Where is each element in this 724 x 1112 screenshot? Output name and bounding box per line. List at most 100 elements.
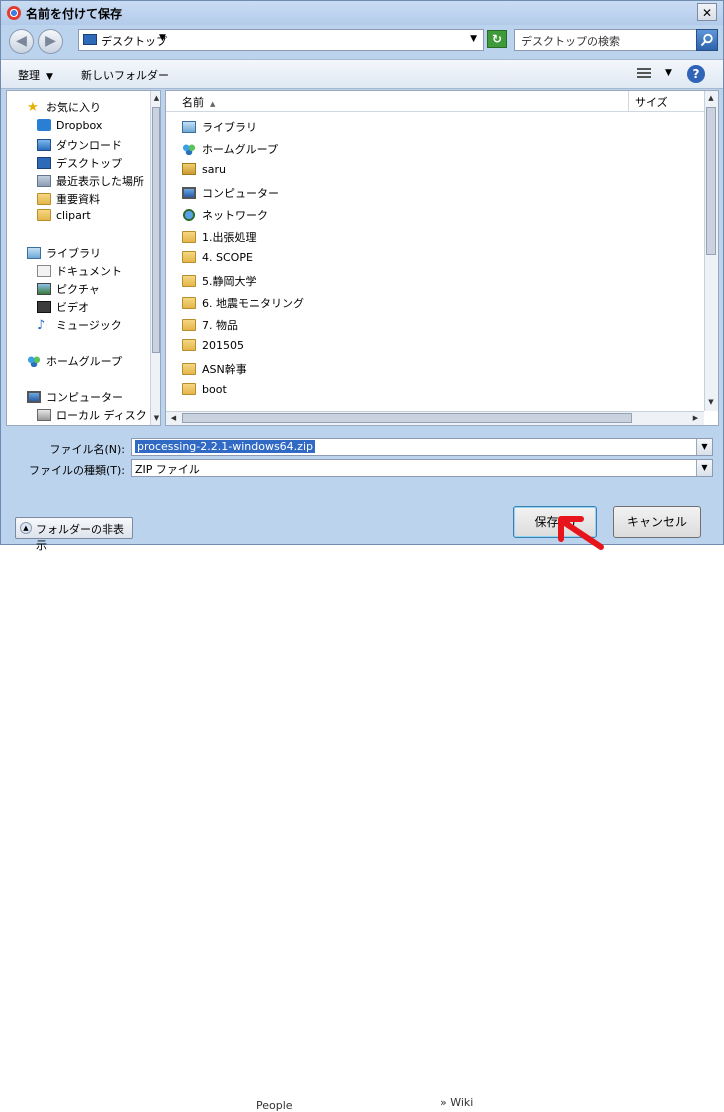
refresh-button[interactable]: ↻ [487,30,507,48]
desktop-icon [83,34,97,45]
column-name-label: 名前 [182,96,204,109]
file-name: 4. SCOPE [202,251,253,264]
filetype-dropdown-icon[interactable]: ▼ [696,460,712,476]
dropbox-icon [37,119,51,131]
file-row[interactable]: 201505 [182,339,244,357]
close-button[interactable]: ✕ [697,3,717,21]
nav-computer[interactable]: コンピューター [27,389,123,405]
nav-item-music[interactable]: ♪ ミュージック [37,317,122,333]
computer-icon [182,187,196,199]
view-options-icon[interactable] [637,68,651,80]
nav-label: デスクトップ [56,157,122,170]
download-folder-icon [37,139,51,151]
file-row[interactable]: ホームグループ [182,141,278,159]
back-button[interactable]: ◀ [9,29,34,54]
file-list-vscrollbar[interactable]: ▲ ▼ [704,91,718,411]
nav-item-videos[interactable]: ビデオ [37,299,89,315]
scroll-right-icon[interactable]: ▶ [690,412,701,424]
file-row[interactable]: 7. 物品 [182,317,238,335]
computer-icon [27,391,41,403]
file-name: saru [202,163,226,176]
folder-icon [182,275,196,287]
file-name: ホームグループ [202,143,279,156]
scroll-thumb[interactable] [706,107,716,255]
search-input[interactable]: デスクトップの検索 [514,29,718,51]
new-folder-button[interactable]: 新しいフォルダー [81,67,169,83]
file-name: boot [202,383,227,396]
file-name: ASN幹事 [202,363,247,376]
nav-homegroup[interactable]: ホームグループ [27,353,122,369]
background-link-wiki[interactable]: » Wiki [440,1096,473,1109]
navigation-pane: ★ お気に入り Dropbox ダウンロード デスクトップ 最近表示した場所 重要… [6,90,161,426]
column-header: 名前 ▲ サイズ [166,91,706,112]
nav-item-pictures[interactable]: ピクチャ [37,281,100,297]
library-icon [182,121,196,133]
scroll-up-icon[interactable]: ▲ [705,91,717,105]
file-row[interactable]: ASN幹事 [182,361,247,379]
address-dropdown-icon[interactable]: ▼ [470,34,477,44]
file-row[interactable]: 1.出張処理 [182,229,257,247]
command-bar: 整理 ▼ 新しいフォルダー ▼ ? [1,59,723,89]
filename-dropdown-icon[interactable]: ▼ [696,439,712,455]
file-row[interactable]: ネットワーク [182,207,268,225]
column-divider[interactable] [628,91,629,111]
file-row[interactable]: 5.静岡大学 [182,273,257,291]
nav-item-clipart[interactable]: clipart [37,209,91,225]
chrome-icon [7,6,21,20]
file-row[interactable]: boot [182,383,227,401]
file-row[interactable]: 6. 地震モニタリング [182,295,304,313]
breadcrumb-desktop[interactable]: デスクトップ [101,33,167,49]
cancel-button[interactable]: キャンセル [613,506,701,538]
background-link-people[interactable]: People [256,1099,293,1112]
nav-item-downloads[interactable]: ダウンロード [37,137,122,153]
search-button[interactable] [696,29,718,51]
nav-label: ビデオ [56,301,89,314]
title-bar[interactable]: 名前を付けて保存 ✕ [1,1,723,25]
nav-item-dropbox[interactable]: Dropbox [37,119,102,135]
filetype-select[interactable]: ZIP ファイル ▼ [131,459,713,477]
file-list-hscrollbar[interactable]: ◀ ▶ [166,411,704,425]
scroll-up-icon[interactable]: ▲ [151,91,160,105]
nav-favorites[interactable]: ★ お気に入り [27,99,101,115]
red-arrow-annotation-icon [558,516,604,550]
scroll-thumb[interactable] [182,413,632,423]
chevron-down-icon: ▼ [46,72,53,82]
nav-label: コンピューター [46,391,123,404]
file-name: 1.出張処理 [202,231,257,244]
save-as-dialog: 名前を付けて保存 ✕ ◀ ▶ デスクトップ ▼ ▼ ↻ デスクトップの検索 整理… [0,0,724,552]
address-bar[interactable]: デスクトップ ▼ ▼ [78,29,484,51]
nav-item-local-disk[interactable]: ローカル ディスク (C [37,407,161,423]
nav-label: ミュージック [56,319,122,332]
forward-button[interactable]: ▶ [38,29,63,54]
breadcrumb-chevron-icon[interactable]: ▼ [159,33,166,43]
column-name[interactable]: 名前 ▲ [182,94,215,110]
scroll-down-icon[interactable]: ▼ [705,395,717,409]
nav-label: ローカル ディスク (C [56,409,161,422]
view-dropdown-icon[interactable]: ▼ [665,68,672,78]
column-size[interactable]: サイズ [635,94,668,110]
hide-folders-button[interactable]: ▲ フォルダーの非表示 [15,517,133,552]
file-row[interactable]: 4. SCOPE [182,251,253,269]
file-row[interactable]: ライブラリ [182,119,257,137]
nav-scrollbar[interactable]: ▲ ▼ [150,91,160,425]
scroll-down-icon[interactable]: ▼ [151,411,160,425]
organize-menu[interactable]: 整理 ▼ [18,67,53,83]
file-row[interactable]: saru [182,163,226,181]
search-icon [700,33,713,47]
scroll-thumb[interactable] [152,107,160,353]
folder-icon [182,297,196,309]
nav-item-important-docs[interactable]: 重要資料 [37,191,100,207]
file-name: 201505 [202,339,244,352]
nav-item-desktop[interactable]: デスクトップ [37,155,122,171]
file-list: 名前 ▲ サイズ ライブラリ ホームグループ saru コンピューター ネットワーク 1.出… [165,90,719,426]
file-name: コンピューター [202,187,279,200]
nav-libraries[interactable]: ライブラリ [27,245,101,261]
help-icon[interactable]: ? [687,65,705,83]
scroll-left-icon[interactable]: ◀ [168,412,179,424]
nav-item-documents[interactable]: ドキュメント [37,263,122,279]
music-icon: ♪ [37,318,46,333]
file-row[interactable]: コンピューター [182,185,279,203]
filename-value: processing-2.2.1-windows64.zip [135,440,315,453]
nav-item-recent-places[interactable]: 最近表示した場所 [37,173,144,189]
filename-input[interactable]: processing-2.2.1-windows64.zip ▼ [131,438,713,456]
